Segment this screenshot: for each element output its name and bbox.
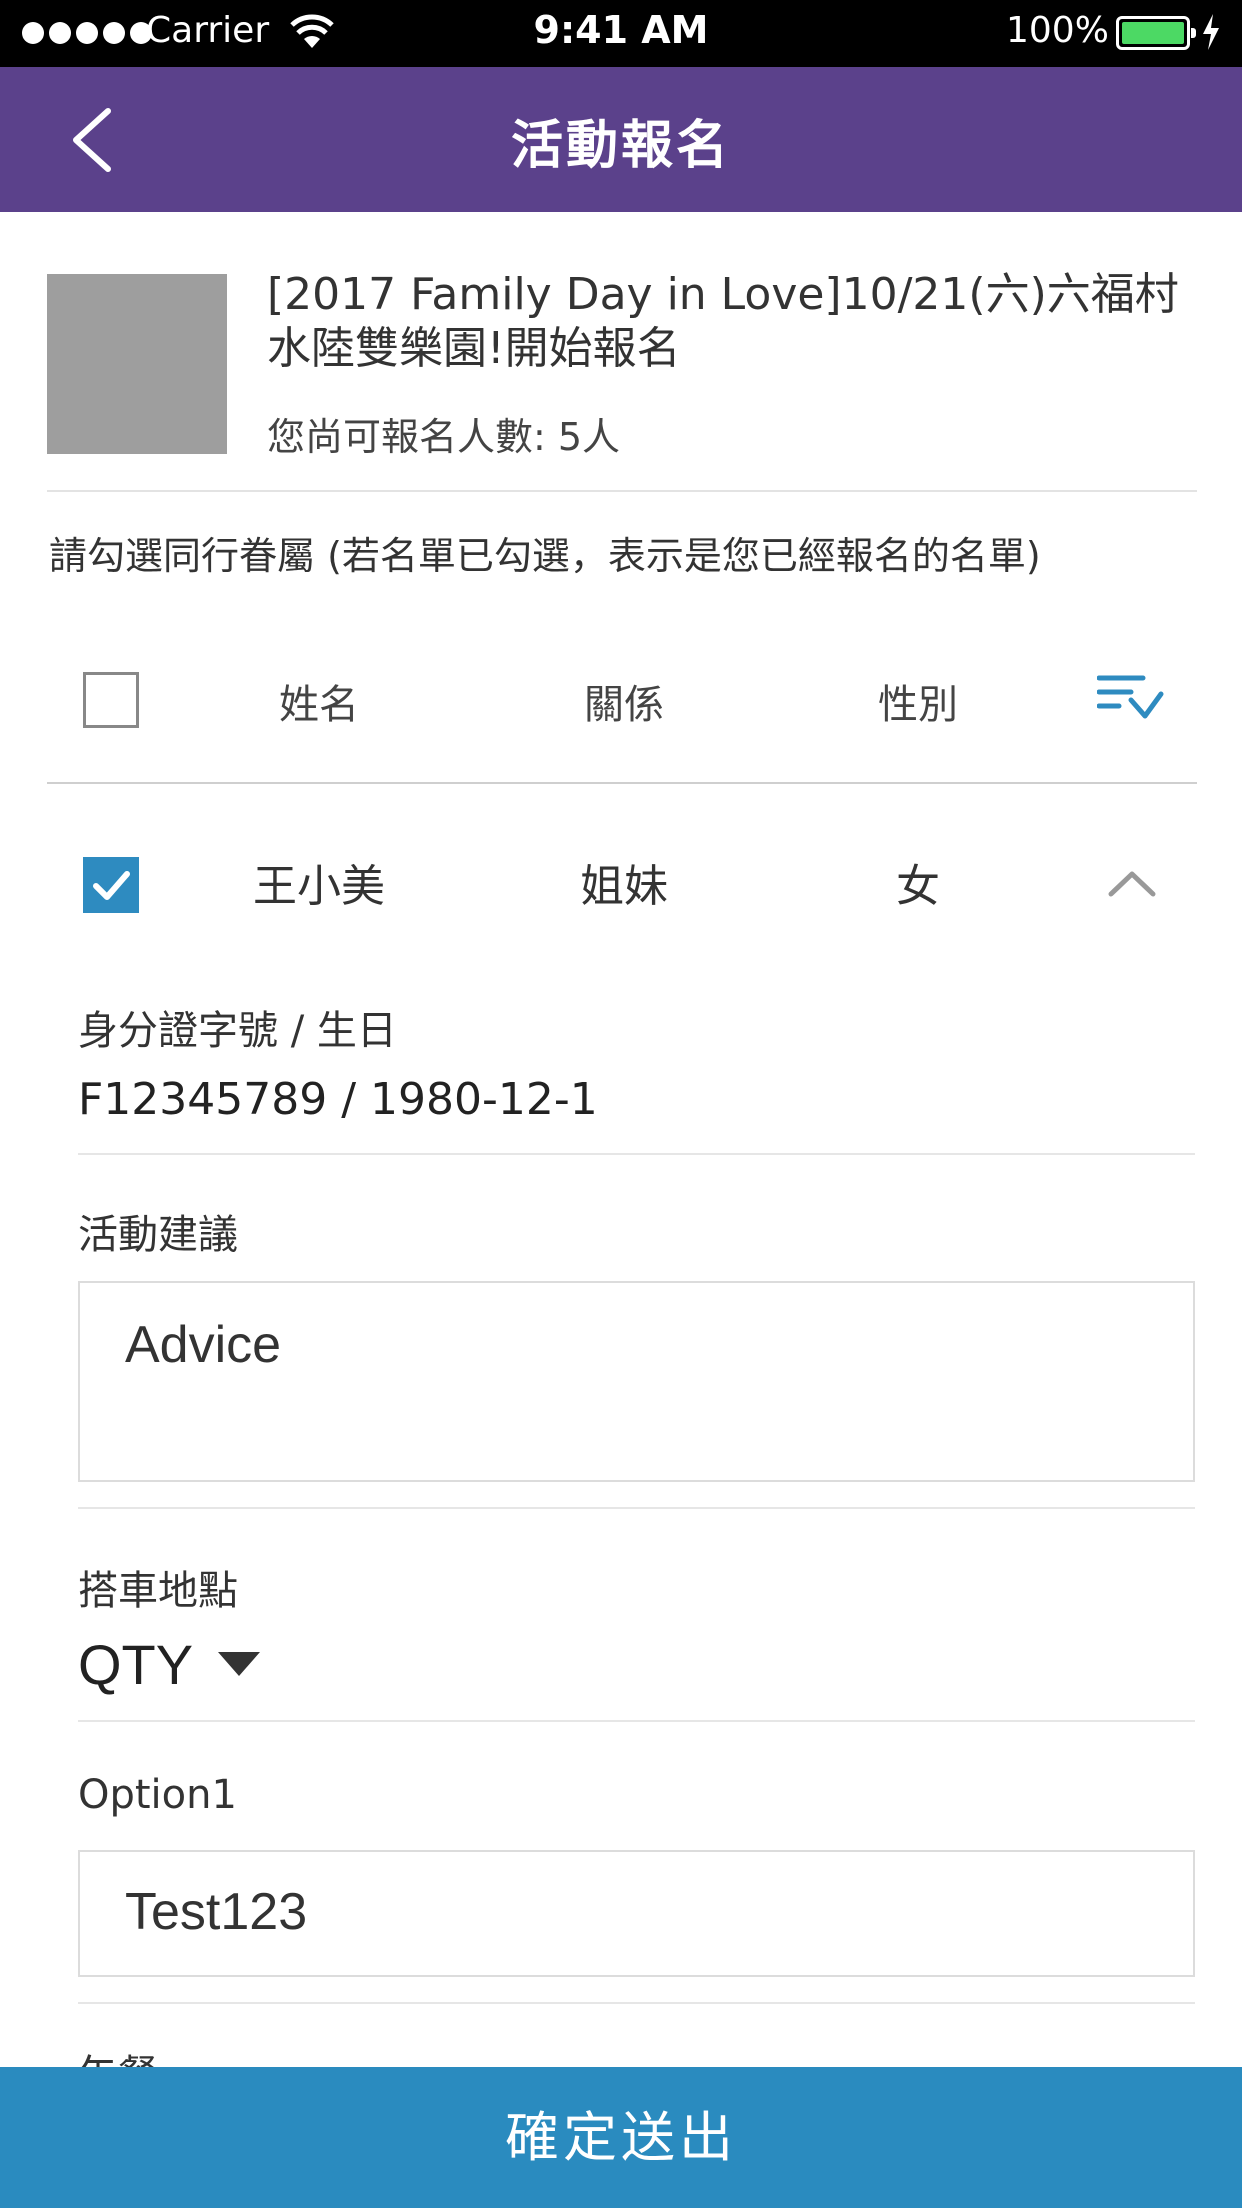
chevron-up-icon[interactable] xyxy=(1107,868,1157,898)
header-name: 姓名 xyxy=(279,682,359,728)
advice-text: Advice xyxy=(125,1316,282,1374)
divider xyxy=(78,1153,1195,1155)
row-name: 王小美 xyxy=(253,861,385,912)
page-title: 活動報名 xyxy=(510,116,731,176)
select-all-checkbox[interactable] xyxy=(83,672,139,728)
id-birthday-value: F12345789 / 1980-12-1 xyxy=(78,1074,598,1125)
table-row[interactable]: 王小美 姐妹 女 xyxy=(47,820,1197,950)
row-checkbox[interactable] xyxy=(83,857,139,913)
submit-button[interactable]: 確定送出 xyxy=(0,2067,1242,2208)
charging-icon xyxy=(1203,14,1219,50)
event-thumbnail xyxy=(47,274,227,454)
option1-text: Test123 xyxy=(125,1883,308,1941)
option1-input[interactable]: Test123 xyxy=(78,1850,1195,1977)
row-relation: 姐妹 xyxy=(580,861,668,912)
header-relation: 關係 xyxy=(584,682,664,728)
event-title: [2017 Family Day in Love]10/21(六)六福村水陸雙樂… xyxy=(267,269,1179,374)
battery-percent: 100% xyxy=(1006,10,1109,51)
sort-down-icon[interactable] xyxy=(1097,670,1165,724)
divider xyxy=(78,1507,1195,1509)
pickup-value: QTY xyxy=(78,1633,194,1696)
divider xyxy=(78,1720,1195,1722)
battery-icon xyxy=(1116,16,1196,50)
header-gender: 性別 xyxy=(878,682,958,728)
instruction-text: 請勾選同行眷屬 (若名單已勾選，表示是您已經報名的名單) xyxy=(49,534,1041,578)
advice-textarea[interactable]: Advice xyxy=(78,1281,1195,1482)
advice-label: 活動建議 xyxy=(78,1212,238,1258)
pickup-label: 搭車地點 xyxy=(78,1568,238,1614)
pickup-select[interactable]: QTY xyxy=(78,1632,260,1702)
status-bar: Carrier 9:41 AM 100% xyxy=(0,0,1242,67)
event-card: [2017 Family Day in Love]10/21(六)六福村水陸雙樂… xyxy=(47,269,1197,492)
checkmark-icon xyxy=(93,871,130,900)
remaining-count: 您尚可報名人數: 5人 xyxy=(267,415,621,459)
row-gender: 女 xyxy=(896,861,940,912)
divider xyxy=(78,2002,1195,2004)
nav-bar: 活動報名 xyxy=(0,67,1242,212)
id-birthday-label: 身分證字號 / 生日 xyxy=(78,1008,397,1054)
caret-down-icon xyxy=(218,1652,260,1676)
option1-label: Option1 xyxy=(78,1772,237,1818)
table-header: 姓名 關係 性別 xyxy=(47,640,1197,784)
